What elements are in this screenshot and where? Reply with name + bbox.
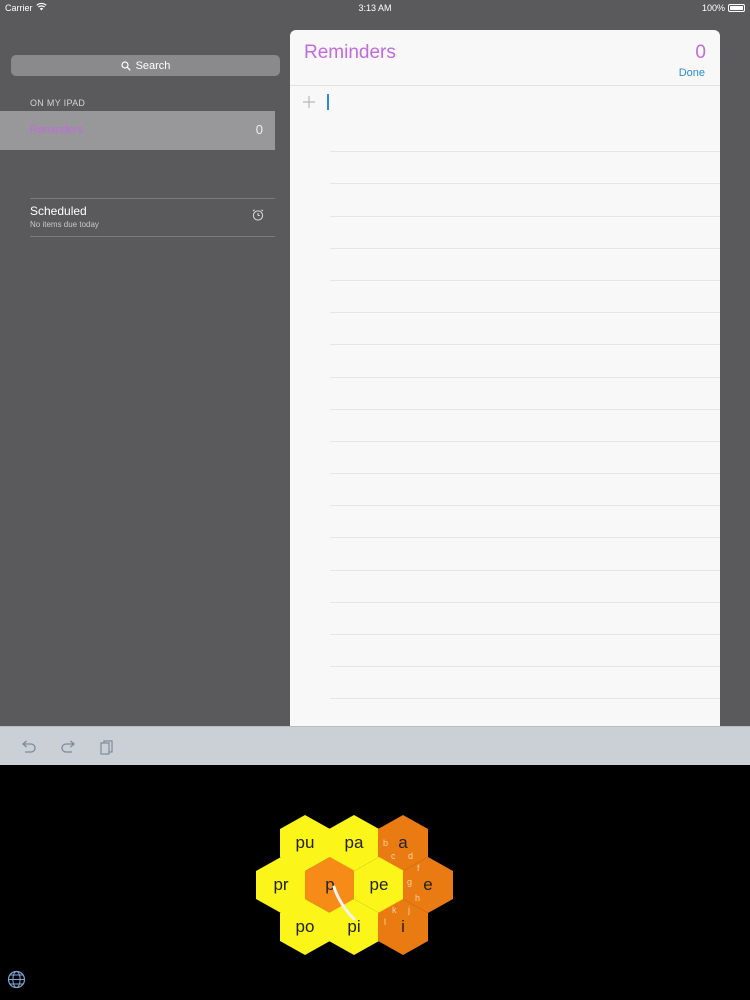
key-label: pe <box>369 875 389 894</box>
swipe-trail <box>332 885 356 921</box>
key-label: i <box>401 917 405 936</box>
sidebar-item-scheduled[interactable]: Scheduled No items due today <box>30 204 275 236</box>
divider <box>290 85 720 86</box>
key-sublabel: g <box>407 877 413 887</box>
divider <box>30 198 275 199</box>
search-icon <box>120 60 131 71</box>
key-sublabel: k <box>392 905 397 915</box>
key-sublabel: f <box>417 863 420 873</box>
key-label: e <box>423 875 433 894</box>
clock-time: 3:13 AM <box>358 3 392 13</box>
hexagon-keyboard: pu pa a b c d pr p pe e f g h po pi i k … <box>0 765 750 1000</box>
battery-percentage: 100% <box>701 3 725 13</box>
search-field[interactable]: Search <box>11 55 280 76</box>
alarm-clock-icon <box>251 208 265 222</box>
reminders-list-card: Reminders 0 Done <box>290 30 720 726</box>
list-title: Reminders <box>304 42 396 63</box>
key-label: pr <box>273 875 289 894</box>
key-sublabel: d <box>408 851 414 861</box>
key-label: pu <box>295 833 315 852</box>
redo-icon[interactable] <box>59 739 77 755</box>
key-sublabel: l <box>384 917 386 927</box>
key-sublabel: b <box>383 838 389 848</box>
key-sublabel: j <box>408 905 410 915</box>
shortcut-toolbar <box>0 726 750 765</box>
list-name: Reminders <box>30 124 84 136</box>
key-label: a <box>398 833 408 852</box>
list-count: 0 <box>255 122 263 137</box>
list-item-count: 0 <box>695 42 706 63</box>
divider <box>30 236 275 237</box>
sidebar-item-reminders[interactable]: Reminders 0 <box>0 111 275 150</box>
section-header-on-my-ipad: ON MY IPAD <box>30 98 86 108</box>
battery-icon <box>728 4 745 12</box>
new-reminder-input[interactable] <box>327 94 329 110</box>
paste-icon[interactable] <box>99 739 117 755</box>
plus-icon[interactable] <box>302 95 316 109</box>
sidebar: Search ON MY IPAD Reminders 0 Scheduled … <box>0 16 290 726</box>
done-button[interactable]: Done <box>679 67 705 79</box>
key-label: po <box>295 917 315 936</box>
undo-icon[interactable] <box>20 739 38 755</box>
key-label: pa <box>344 833 364 852</box>
key-sublabel: h <box>415 893 421 903</box>
globe-icon[interactable] <box>7 970 26 989</box>
search-placeholder: Search <box>135 59 171 72</box>
key-sublabel: c <box>391 851 396 861</box>
scheduled-subtitle: No items due today <box>30 220 99 229</box>
status-bar: Carrier 3:13 AM 100% <box>0 0 750 16</box>
ruled-lines <box>330 120 720 726</box>
scheduled-title: Scheduled <box>30 204 87 218</box>
